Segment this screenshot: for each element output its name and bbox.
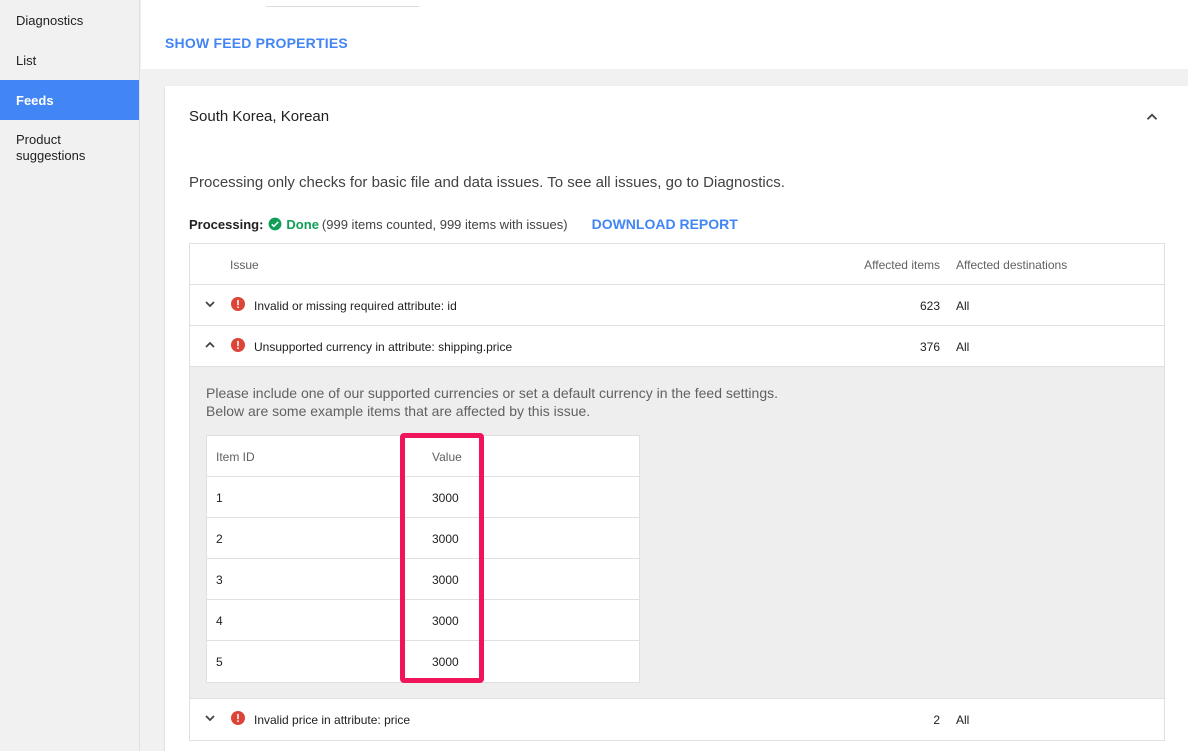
- sidebar-item-product-suggestions[interactable]: Product suggestions: [0, 120, 139, 178]
- download-report-link[interactable]: DOWNLOAD REPORT: [592, 216, 738, 232]
- item-id: 2: [216, 532, 223, 546]
- issue-detail-panel: Please include one of our supported curr…: [190, 367, 1164, 699]
- show-feed-properties-link[interactable]: SHOW FEED PROPERTIES: [165, 35, 348, 51]
- item-value: 3000: [432, 491, 459, 505]
- top-section: SHOW FEED PROPERTIES: [141, 0, 1188, 69]
- table-row: 4 3000: [207, 600, 639, 641]
- affected-destinations: All: [956, 299, 970, 313]
- table-row: 1 3000: [207, 477, 639, 518]
- issue-text: Invalid or missing required attribute: i…: [254, 299, 457, 313]
- processing-detail: (999 items counted, 999 items with issue…: [321, 216, 568, 232]
- chevron-down-icon[interactable]: [202, 710, 218, 726]
- feed-card: South Korea, Korean Processing only chec…: [165, 86, 1188, 751]
- error-icon: [231, 297, 245, 311]
- issue-detail-line-2: Below are some example items that are af…: [206, 403, 591, 419]
- processing-status-done: Done: [286, 216, 319, 232]
- item-value: 3000: [432, 532, 459, 546]
- table-row: 3 3000: [207, 559, 639, 600]
- example-items-table: Item ID Value 1 3000 2 3000 3 3000 4 300…: [206, 435, 640, 683]
- issue-text: Unsupported currency in attribute: shipp…: [254, 340, 513, 354]
- card-title: South Korea, Korean: [189, 108, 330, 125]
- item-id: 4: [216, 614, 223, 628]
- affected-destinations: All: [956, 340, 970, 354]
- issue-detail-line-1: Please include one of our supported curr…: [206, 385, 779, 401]
- item-value: 3000: [432, 614, 459, 628]
- main-content: SHOW FEED PROPERTIES South Korea, Korean…: [141, 0, 1188, 751]
- example-header-row: Item ID Value: [207, 436, 639, 477]
- sidebar: Diagnostics List Feeds Product suggestio…: [0, 0, 140, 751]
- column-header-affected-items: Affected items: [864, 258, 940, 272]
- table-row[interactable]: Unsupported currency in attribute: shipp…: [190, 326, 1164, 367]
- issue-text: Invalid price in attribute: price: [254, 713, 411, 727]
- error-icon: [231, 338, 245, 352]
- item-id: 1: [216, 491, 223, 505]
- column-header-item-id: Item ID: [216, 450, 255, 464]
- chevron-up-icon[interactable]: [1143, 108, 1161, 126]
- sidebar-item-list[interactable]: List: [0, 40, 139, 80]
- item-id: 3: [216, 573, 223, 587]
- sidebar-item-label: Product suggestions: [16, 132, 86, 163]
- item-value: 3000: [432, 655, 459, 669]
- processing-info-text: Processing only checks for basic file an…: [189, 174, 785, 191]
- column-header-issue: Issue: [230, 258, 259, 272]
- error-icon: [231, 711, 245, 725]
- divider: [266, 6, 419, 7]
- affected-destinations: All: [956, 713, 970, 727]
- table-row: 5 3000: [207, 641, 639, 682]
- check-circle-icon: [269, 217, 282, 231]
- chevron-down-icon[interactable]: [202, 296, 218, 312]
- item-value: 3000: [432, 573, 459, 587]
- sidebar-item-diagnostics[interactable]: Diagnostics: [0, 0, 139, 40]
- issue-detail-message: Please include one of our supported curr…: [206, 384, 778, 420]
- affected-items-count: 2: [933, 713, 940, 727]
- table-row[interactable]: Invalid price in attribute: price 2 All: [190, 699, 1164, 740]
- affected-items-count: 623: [919, 299, 940, 313]
- column-header-affected-destinations: Affected destinations: [956, 258, 1068, 272]
- column-header-value: Value: [432, 450, 462, 464]
- table-header-row: Issue Affected items Affected destinatio…: [190, 244, 1164, 285]
- item-id: 5: [216, 655, 223, 669]
- table-row: 2 3000: [207, 518, 639, 559]
- sidebar-item-feeds[interactable]: Feeds: [0, 80, 139, 120]
- chevron-up-icon[interactable]: [202, 337, 218, 353]
- affected-items-count: 376: [919, 340, 940, 354]
- table-row[interactable]: Invalid or missing required attribute: i…: [190, 285, 1164, 326]
- processing-status: Processing: Done (999 items counted, 999…: [189, 216, 738, 232]
- processing-label: Processing:: [189, 216, 264, 232]
- issues-table: Issue Affected items Affected destinatio…: [189, 243, 1165, 741]
